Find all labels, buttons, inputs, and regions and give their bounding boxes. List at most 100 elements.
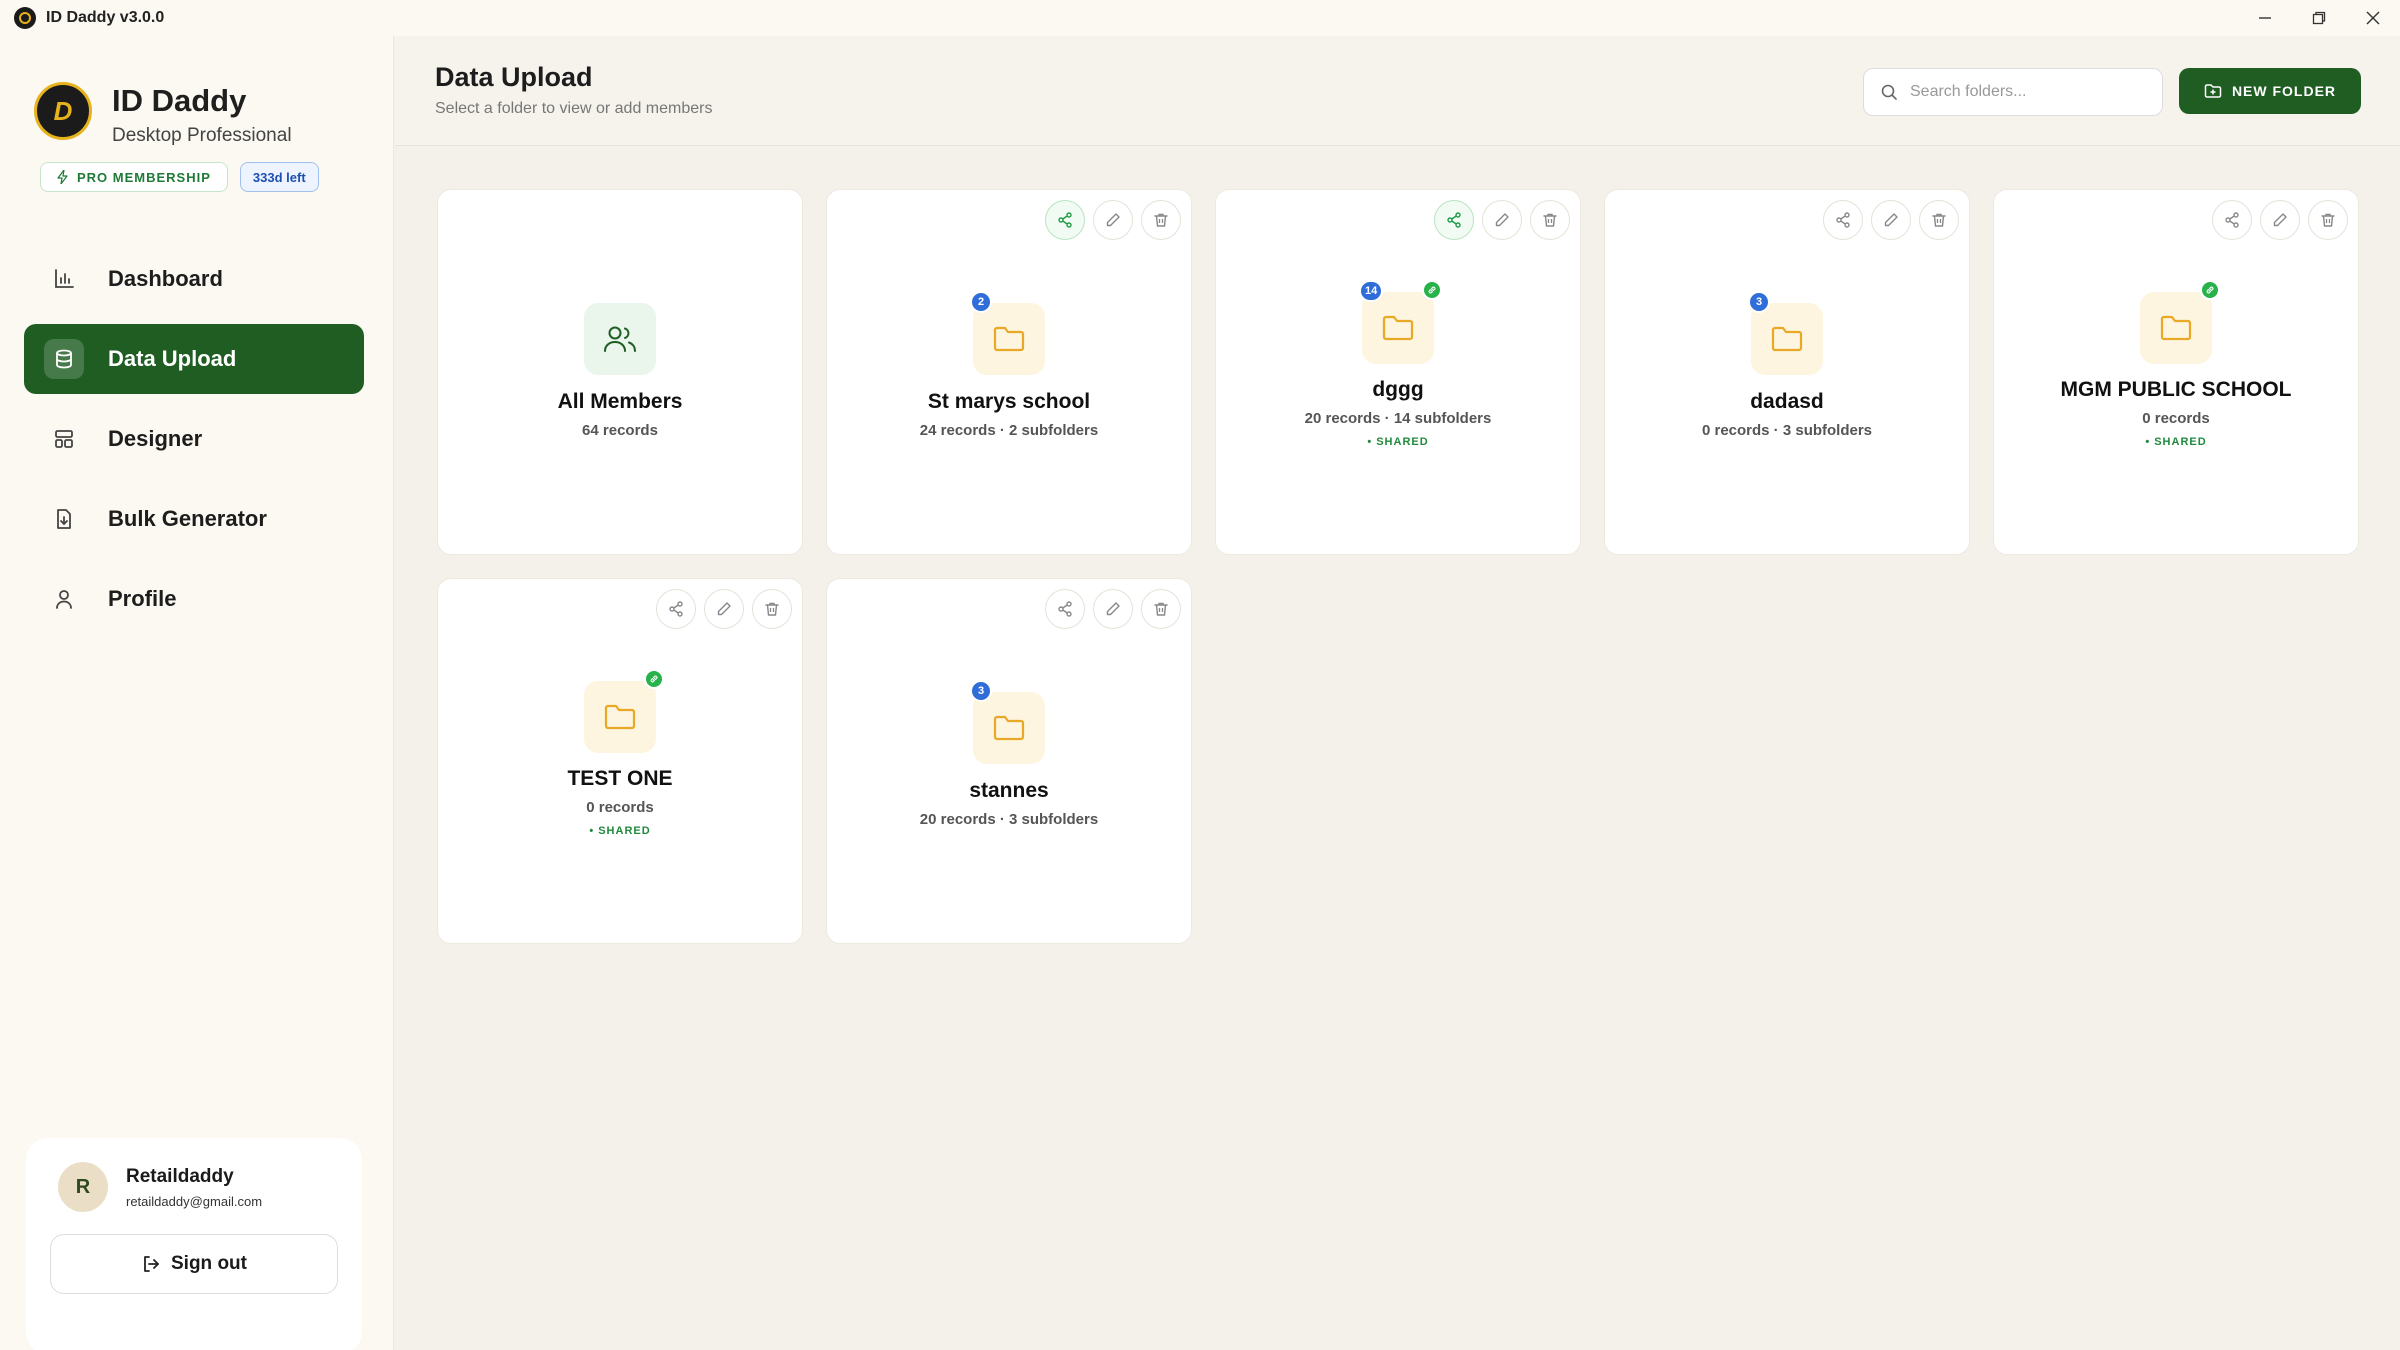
delete-button[interactable]: [1141, 589, 1181, 629]
delete-button[interactable]: [752, 589, 792, 629]
folder-meta: 20 records · 14 subfolders: [1304, 410, 1492, 427]
link-icon: [644, 669, 664, 689]
app-logo-icon: [14, 7, 36, 29]
pencil-icon: [2273, 213, 2287, 227]
folder-card-all-members[interactable]: All Members 64 records: [437, 189, 803, 555]
folder-meta: 24 records · 2 subfolders: [919, 422, 1099, 439]
page-subtitle: Select a folder to view or add members: [435, 100, 713, 117]
brand: D ID Daddy Desktop Professional: [34, 82, 292, 147]
database-icon: [44, 339, 84, 379]
folder-card-st-marys-school[interactable]: 2 St marys school 24 records · 2 subfold…: [826, 189, 1192, 555]
sidebar-item-data-upload[interactable]: Data Upload: [24, 324, 364, 394]
users-icon: [604, 326, 636, 352]
minimize-icon[interactable]: [2238, 0, 2292, 36]
share-button[interactable]: [1823, 200, 1863, 240]
folder-meta: 0 records · 3 subfolders: [1701, 422, 1873, 439]
share-button[interactable]: [1045, 589, 1085, 629]
trash-icon: [1543, 213, 1557, 227]
edit-button[interactable]: [1482, 200, 1522, 240]
search-input[interactable]: [1910, 83, 2130, 101]
share-icon: [2225, 212, 2239, 228]
layout-icon: [44, 419, 84, 459]
share-icon: [1058, 212, 1072, 228]
trash-icon: [1154, 213, 1168, 227]
title-bar: ID Daddy v3.0.0: [0, 0, 2400, 36]
folder-meta: 0 records: [2142, 410, 2210, 427]
pencil-icon: [1884, 213, 1898, 227]
members-icon-box: [584, 303, 656, 375]
edit-button[interactable]: [704, 589, 744, 629]
folder-card-stannes[interactable]: 3 stannes 20 records · 3 subfolders: [826, 578, 1192, 944]
folder-card-test-one[interactable]: TEST ONE 0 records • SHARED: [437, 578, 803, 944]
share-icon: [1058, 601, 1072, 617]
link-icon: [2200, 280, 2220, 300]
delete-button[interactable]: [1919, 200, 1959, 240]
share-button[interactable]: [656, 589, 696, 629]
share-icon: [1447, 212, 1461, 228]
share-icon: [669, 601, 683, 617]
edit-button[interactable]: [2260, 200, 2300, 240]
subfolder-count-badge: 2: [970, 291, 992, 313]
subfolder-count-badge: 3: [1748, 291, 1770, 313]
folder-name: stannes: [969, 779, 1049, 802]
new-folder-label: NEW FOLDER: [2231, 83, 2337, 99]
folder-icon-box: 3: [970, 680, 1045, 764]
shared-label: • SHARED: [2145, 436, 2207, 448]
folder-plus-icon: [2204, 84, 2222, 98]
trash-icon: [1932, 213, 1946, 227]
folder-icon: [993, 326, 1025, 352]
folder-meta: 20 records · 3 subfolders: [919, 811, 1099, 828]
share-button[interactable]: [1434, 200, 1474, 240]
user-card: R Retaildaddy retaildaddy@gmail.com Sign…: [26, 1138, 362, 1350]
edit-button[interactable]: [1093, 200, 1133, 240]
sidebar-item-designer[interactable]: Designer: [24, 404, 364, 474]
shared-label: • SHARED: [589, 825, 651, 837]
sidebar-item-dashboard[interactable]: Dashboard: [24, 244, 364, 314]
search-box: [1863, 68, 2163, 116]
user-icon: [44, 579, 84, 619]
user-email: retaildaddy@gmail.com: [126, 1194, 263, 1209]
folder-name: All Members: [557, 390, 683, 413]
share-button[interactable]: [2212, 200, 2252, 240]
edit-button[interactable]: [1093, 589, 1133, 629]
days-left-badge: 333d left: [239, 162, 319, 192]
lightning-icon: [57, 170, 68, 184]
close-icon[interactable]: [2346, 0, 2400, 36]
avatar: R: [58, 1162, 108, 1212]
trash-icon: [1154, 602, 1168, 616]
delete-button[interactable]: [1530, 200, 1570, 240]
window-title: ID Daddy v3.0.0: [46, 9, 165, 26]
brand-subtitle: Desktop Professional: [112, 125, 292, 147]
sidebar-item-bulk-generator[interactable]: Bulk Generator: [24, 484, 364, 554]
folder-icon: [993, 715, 1025, 741]
folder-meta: 0 records: [586, 799, 654, 816]
pencil-icon: [717, 602, 731, 616]
edit-button[interactable]: [1871, 200, 1911, 240]
trash-icon: [765, 602, 779, 616]
sidebar: D ID Daddy Desktop Professional PRO MEMB…: [0, 36, 394, 1350]
folder-card-dggg[interactable]: 14 dggg 20 records · 14 subfolders • SHA…: [1215, 189, 1581, 555]
folder-icon-box: 2: [970, 291, 1045, 375]
brand-name: ID Daddy: [112, 83, 247, 118]
delete-button[interactable]: [2308, 200, 2348, 240]
sidebar-item-label: Dashboard: [108, 266, 223, 291]
folder-card-dadasd[interactable]: 3 dadasd 0 records · 3 subfolders: [1604, 189, 1970, 555]
sign-out-label: Sign out: [171, 1253, 247, 1274]
folder-name: TEST ONE: [567, 767, 673, 790]
main-header: Data Upload Select a folder to view or a…: [395, 36, 2400, 146]
folder-name: dggg: [1372, 378, 1424, 401]
folder-meta: 64 records: [582, 422, 658, 439]
folder-icon: [2160, 315, 2192, 341]
folder-name: dadasd: [1750, 390, 1824, 413]
share-button[interactable]: [1045, 200, 1085, 240]
new-folder-button[interactable]: NEW FOLDER: [2179, 68, 2361, 114]
sign-out-button[interactable]: Sign out: [50, 1234, 338, 1294]
membership-label: PRO MEMBERSHIP: [77, 169, 211, 185]
restore-icon[interactable]: [2292, 0, 2346, 36]
folder-icon-box: [584, 669, 664, 753]
folder-icon: [1382, 315, 1414, 341]
id-daddy-logo: D: [34, 82, 92, 140]
delete-button[interactable]: [1141, 200, 1181, 240]
folder-card-mgm-public-school[interactable]: MGM PUBLIC SCHOOL 0 records • SHARED: [1993, 189, 2359, 555]
sidebar-item-profile[interactable]: Profile: [24, 564, 364, 634]
